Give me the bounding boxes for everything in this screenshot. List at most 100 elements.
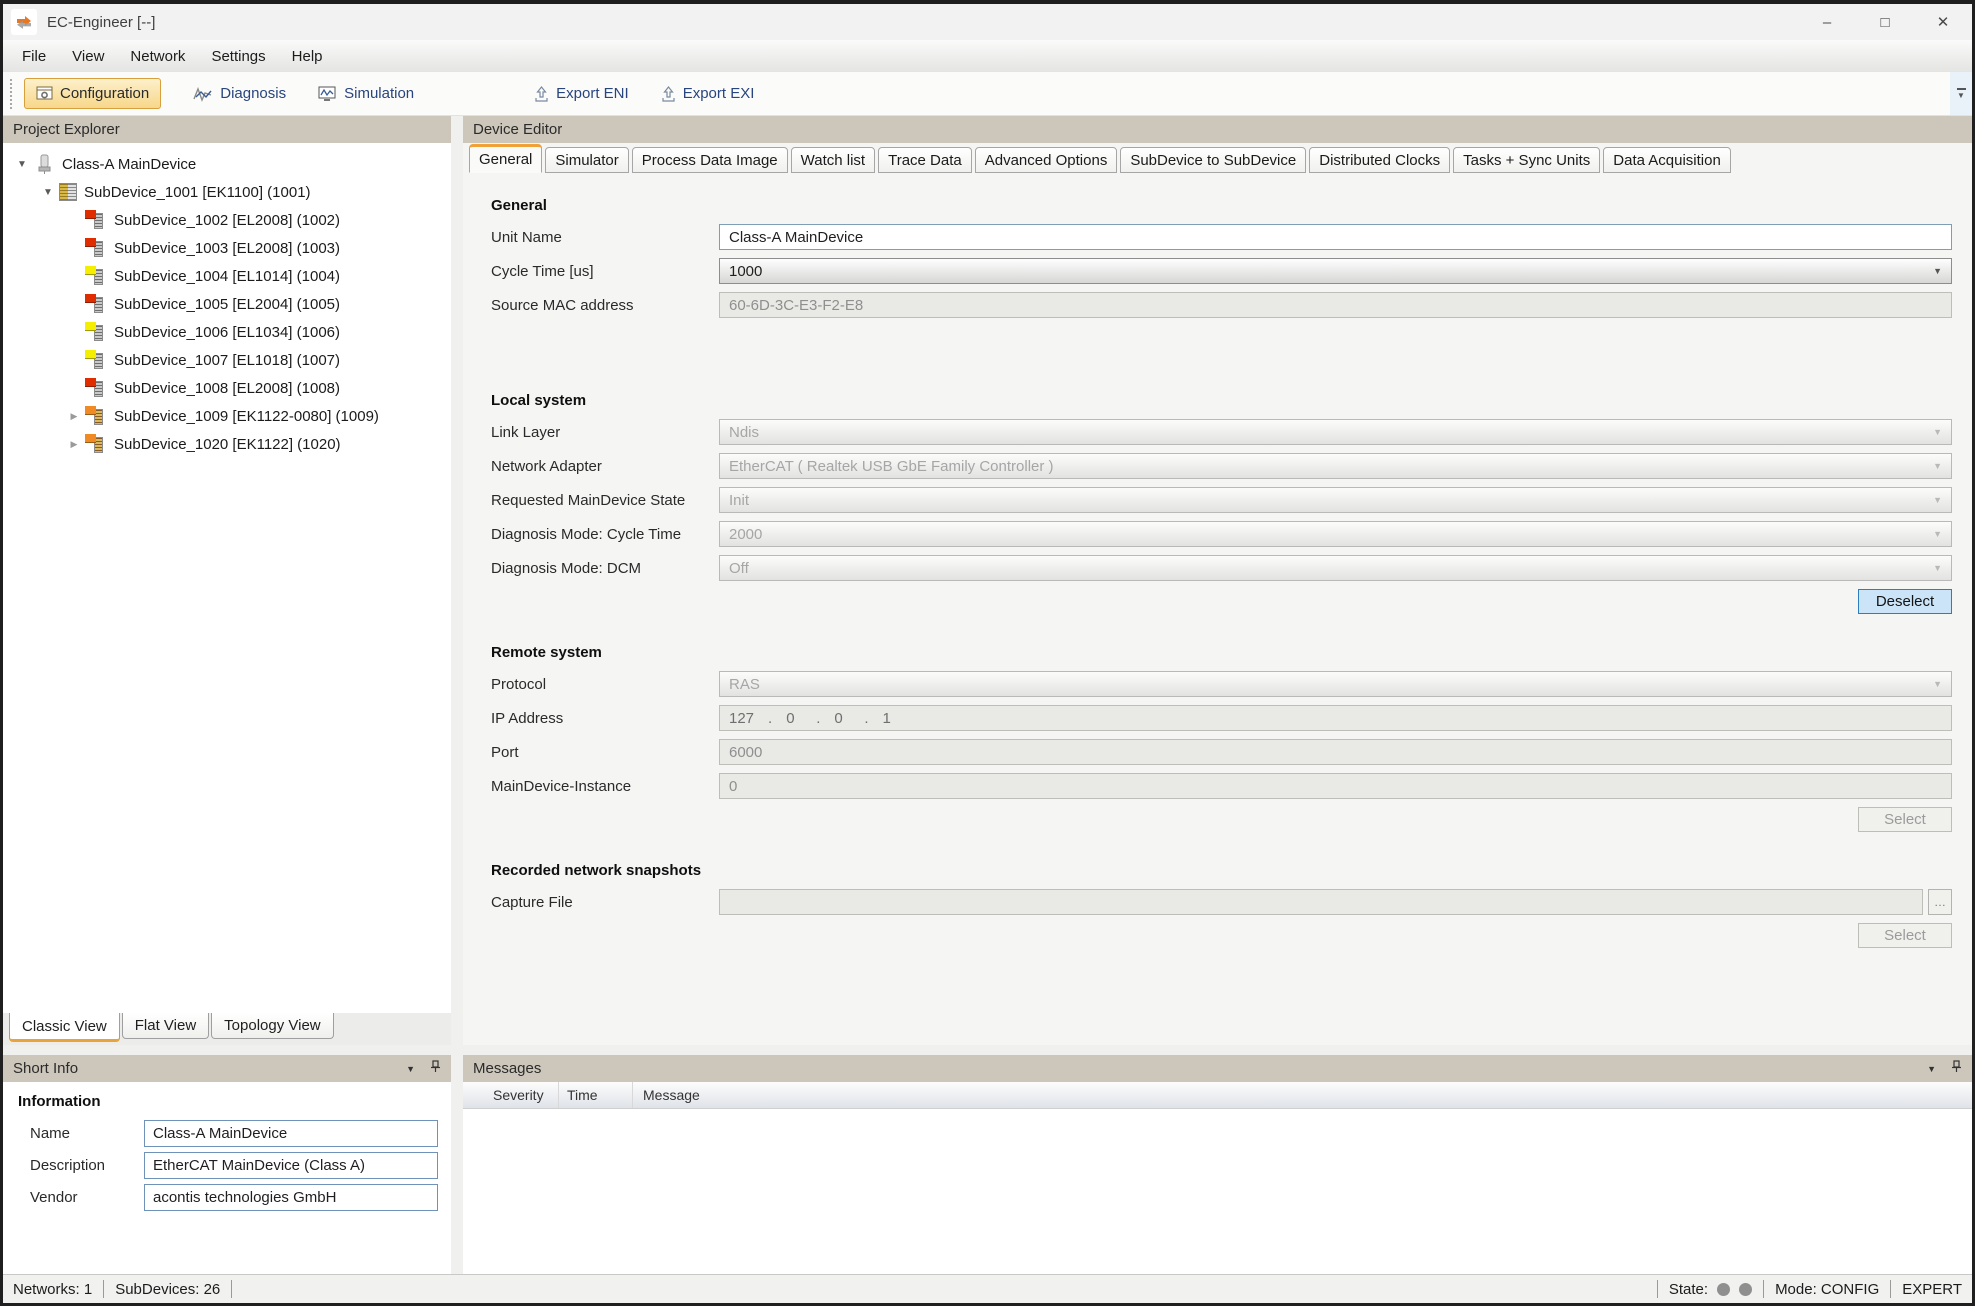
pin-icon[interactable] [430,1060,441,1077]
port-label: Port [491,744,719,761]
input-terminal-icon [85,266,107,286]
vendor-input[interactable]: acontis technologies GmbH [144,1184,438,1211]
expander-closed-icon: ▶ [71,411,78,422]
tab-tasks-sync-units[interactable]: Tasks + Sync Units [1453,147,1600,173]
diagnosis-button[interactable]: Diagnosis [193,85,286,102]
expander-open-icon: ▼ [43,187,53,198]
tree-item-subdevice-1020[interactable]: ▶ SubDevice_1020 [EK1122] (1020) [3,430,451,458]
close-icon[interactable]: ✕ [1914,4,1972,40]
tab-classic-view[interactable]: Classic View [9,1013,120,1042]
status-bar: Networks: 1 SubDevices: 26 State: Mode: … [3,1274,1972,1303]
coupler-icon [59,183,77,201]
browse-button[interactable]: … [1928,889,1952,915]
general-tab-content: General Unit Name Class-A MainDevice Cyc… [463,173,1972,1045]
column-message[interactable]: Message [633,1082,700,1108]
tab-simulator[interactable]: Simulator [545,147,628,173]
tab-process-data-image[interactable]: Process Data Image [632,147,788,173]
tab-watch-list[interactable]: Watch list [791,147,875,173]
chevron-down-icon: ▼ [1957,92,1965,100]
menu-help[interactable]: Help [279,40,336,72]
tab-general[interactable]: General [469,144,542,173]
network-adapter-select: EtherCAT ( Realtek USB GbE Family Contro… [719,453,1952,479]
maximize-icon[interactable]: □ [1856,4,1914,40]
project-explorer-header: Project Explorer [3,116,451,143]
unit-name-input[interactable]: Class-A MainDevice [719,224,1952,250]
explorer-view-tabs: Classic View Flat View Topology View [3,1013,451,1045]
requested-state-label: Requested MainDevice State [491,492,719,509]
state-label: State: [1669,1281,1708,1298]
tab-flat-view[interactable]: Flat View [122,1013,209,1039]
capture-file-label: Capture File [491,894,719,911]
remote-select-button[interactable]: Select [1858,807,1952,832]
export-eni-button[interactable]: Export ENI [534,85,629,102]
export-arrow-icon [661,85,676,102]
column-severity[interactable]: Severity [493,1082,559,1108]
diagnosis-waveform-icon [193,86,213,102]
project-explorer-panel: Project Explorer ▼ Class-A MainDevice [3,116,451,1045]
pin-icon[interactable] [1951,1060,1962,1077]
ec-arrows-icon [14,12,34,32]
tab-distributed-clocks[interactable]: Distributed Clocks [1309,147,1450,173]
tree-item-subdevice-1004[interactable]: SubDevice_1004 [EL1014] (1004) [3,262,451,290]
tab-data-acquisition[interactable]: Data Acquisition [1603,147,1731,173]
tree-item-subdevice-1007[interactable]: SubDevice_1007 [EL1018] (1007) [3,346,451,374]
junction-terminal-icon [85,406,107,426]
deselect-button[interactable]: Deselect [1858,589,1952,614]
maindevice-icon [33,154,55,174]
simulation-button[interactable]: Simulation [318,85,414,102]
information-title: Information [18,1093,438,1110]
vertical-splitter[interactable] [451,116,463,1045]
tree-item-subdevice-1009[interactable]: ▶ SubDevice_1009 [EK1122-0080] (1009) [3,402,451,430]
snapshot-select-button[interactable]: Select [1858,923,1952,948]
minimize-icon[interactable]: – [1798,4,1856,40]
tree-item-subdevice-1005[interactable]: SubDevice_1005 [EL2004] (1005) [3,290,451,318]
section-remote-system: Remote system [491,644,1952,661]
tab-advanced-options[interactable]: Advanced Options [975,147,1118,173]
requested-state-select: Init ▼ [719,487,1952,513]
tree-item-subdevice-1006[interactable]: SubDevice_1006 [EL1034] (1006) [3,318,451,346]
name-input[interactable]: Class-A MainDevice [144,1120,438,1147]
menu-network[interactable]: Network [117,40,198,72]
state-dot-icon [1717,1283,1730,1296]
capture-file-field [719,889,1923,915]
description-input[interactable]: EtherCAT MainDevice (Class A) [144,1152,438,1179]
vendor-label: Vendor [18,1189,144,1206]
diag-cycle-time-label: Diagnosis Mode: Cycle Time [491,526,719,543]
tab-topology-view[interactable]: Topology View [211,1013,333,1039]
toolbar-overflow-button[interactable]: ▼ [1950,72,1972,115]
column-time[interactable]: Time [559,1082,633,1108]
configuration-button[interactable]: Configuration [24,78,161,109]
chevron-down-icon: ▼ [1933,563,1942,573]
tab-subdevice-to-subdevice[interactable]: SubDevice to SubDevice [1120,147,1306,173]
chevron-down-icon: ▼ [1933,529,1942,539]
tree-item-subdevice-1001[interactable]: ▼ SubDevice_1001 [EK1100] (1001) [3,178,451,206]
expert-indicator: EXPERT [1902,1281,1962,1298]
output-terminal-icon [85,210,107,230]
input-terminal-icon [85,350,107,370]
chevron-down-icon: ▼ [1933,427,1942,437]
collapse-chevron-icon[interactable]: ▼ [406,1064,415,1074]
cycle-time-select[interactable]: 1000 ▼ [719,258,1952,284]
tree-item-subdevice-1008[interactable]: SubDevice_1008 [EL2008] (1008) [3,374,451,402]
toolbar: Configuration Diagnosis Simulation Expor… [3,72,1972,116]
export-exi-button[interactable]: Export EXI [661,85,755,102]
tab-trace-data[interactable]: Trace Data [878,147,972,173]
menu-file[interactable]: File [9,40,59,72]
menu-settings[interactable]: Settings [198,40,278,72]
collapse-chevron-icon[interactable]: ▼ [1927,1064,1936,1074]
tree-item-subdevice-1002[interactable]: SubDevice_1002 [EL2008] (1002) [3,206,451,234]
subdevices-count: SubDevices: 26 [115,1281,220,1298]
vertical-splitter[interactable] [451,1055,463,1274]
protocol-label: Protocol [491,676,719,693]
link-layer-select: Ndis ▼ [719,419,1952,445]
short-info-content: Information Name Class-A MainDevice Desc… [3,1082,451,1274]
maindevice-instance-field: 0 [719,773,1952,799]
tree-item-maindevice[interactable]: ▼ Class-A MainDevice [3,150,451,178]
network-adapter-label: Network Adapter [491,458,719,475]
diag-dcm-label: Diagnosis Mode: DCM [491,560,719,577]
horizontal-splitter[interactable] [3,1045,1972,1055]
menu-view[interactable]: View [59,40,117,72]
tree-item-subdevice-1003[interactable]: SubDevice_1003 [EL2008] (1003) [3,234,451,262]
messages-header: Messages ▼ [463,1055,1972,1082]
messages-list [463,1109,1972,1274]
